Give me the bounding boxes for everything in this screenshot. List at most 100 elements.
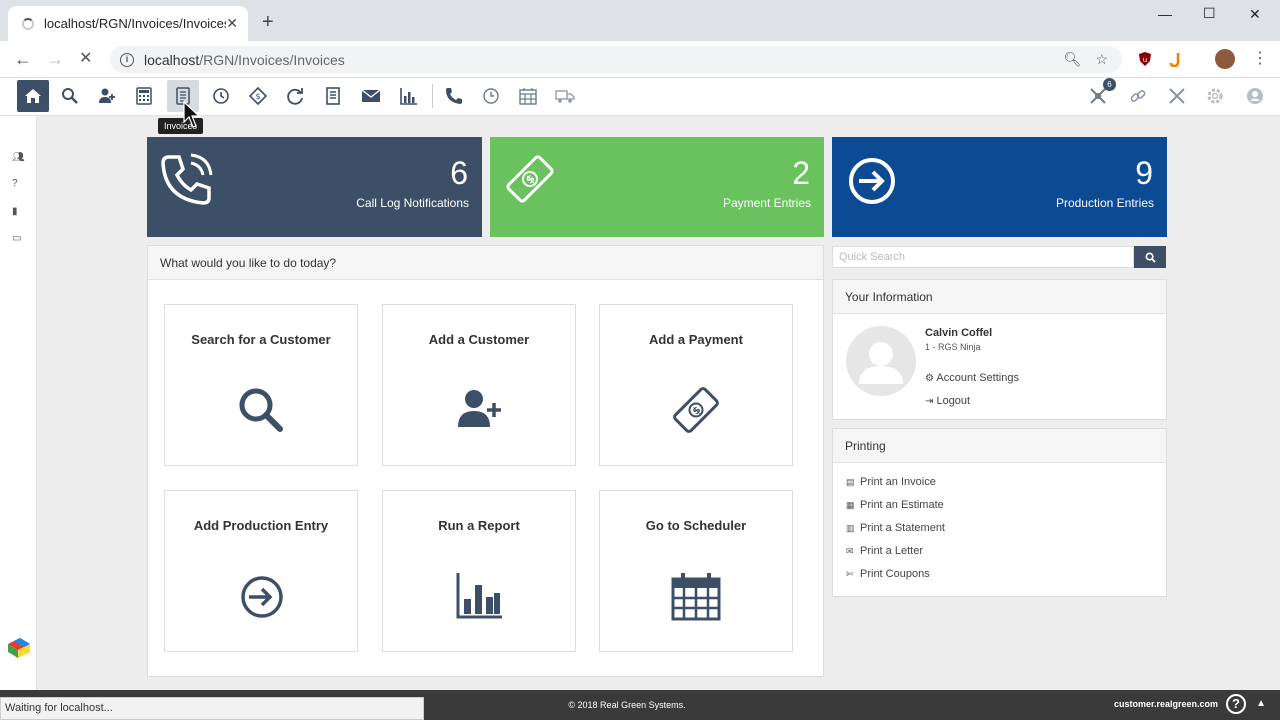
add-customer-icon[interactable] — [91, 80, 123, 112]
new-tab-icon[interactable]: + — [262, 12, 274, 32]
toolbar-divider — [432, 84, 433, 108]
call-log-label: Call Log Notifications — [356, 196, 469, 210]
site-info-icon[interactable]: i — [120, 52, 134, 67]
payment-entries-label: Payment Entries — [722, 196, 811, 210]
quick-search-button[interactable] — [1134, 246, 1166, 268]
clock-icon[interactable] — [475, 80, 507, 112]
truck-icon[interactable] — [549, 80, 581, 112]
card-title: Search for a Customer — [191, 332, 331, 347]
calendar-icon — [671, 573, 721, 621]
account-settings-link[interactable]: ⚙ Account Settings — [925, 372, 1019, 384]
search-icon[interactable] — [54, 80, 86, 112]
run-report-card[interactable]: Run a Report — [382, 490, 576, 652]
user-role: 1 - RGS Ninja — [925, 342, 981, 352]
print-letter-link[interactable]: ✉ Print a Letter — [846, 545, 923, 557]
sign-in-arrow-icon — [241, 576, 283, 618]
your-information-panel: Your Information Calvin Coffel 1 - RGS N… — [832, 279, 1167, 420]
payment-entries-tile[interactable]: $ 2 Payment Entries — [490, 137, 824, 237]
panel-heading: What would you like to do today? — [148, 246, 823, 280]
call-log-tile[interactable]: 6 Call Log Notifications — [147, 137, 482, 237]
go-to-scheduler-card[interactable]: Go to Scheduler — [599, 490, 793, 652]
home-icon[interactable] — [17, 80, 49, 112]
back-icon[interactable]: ← — [14, 50, 32, 68]
production-entries-count: 9 — [1135, 155, 1153, 191]
card-title: Add a Payment — [649, 332, 743, 347]
link-icon[interactable] — [1122, 80, 1154, 112]
sign-out-icon: ⇥ — [925, 396, 934, 407]
envelope-icon: ✉ — [846, 545, 854, 556]
history-icon[interactable] — [205, 80, 237, 112]
sidebar-keyboard-icon[interactable]: ▭ — [12, 233, 21, 244]
call-log-icon[interactable] — [438, 80, 470, 112]
call-log-count: 6 — [450, 155, 468, 191]
production-entries-tile[interactable]: 9 Production Entries — [832, 137, 1167, 237]
printing-panel: Printing ▤ Print an Invoice ▦ Print an Est… — [832, 428, 1167, 597]
add-customer-card[interactable]: Add a Customer — [382, 304, 576, 466]
add-production-entry-card[interactable]: Add Production Entry — [164, 490, 358, 652]
url-omnibox[interactable]: i localhost/RGN/Invoices/Invoices 🔍︎ ☆ — [110, 46, 1122, 73]
svg-text:$: $ — [255, 92, 260, 101]
zoom-icon[interactable]: 🔍︎ — [1064, 51, 1082, 68]
mail-icon[interactable] — [355, 80, 387, 112]
window-close-icon[interactable]: ✕ — [1249, 6, 1261, 23]
logout-link[interactable]: ⇥ Logout — [925, 395, 970, 407]
browser-tab-strip: localhost/RGN/Invoices/Invoices ✕ + — ☐ … — [0, 0, 1280, 41]
sign-in-arrow-icon — [849, 158, 895, 204]
refresh-icon[interactable] — [279, 80, 311, 112]
maximize-icon[interactable]: ☐ — [1203, 5, 1216, 22]
loading-spinner-icon — [22, 17, 34, 30]
calculator-icon[interactable] — [128, 80, 160, 112]
payment-icon[interactable]: $ — [242, 80, 274, 112]
ublock-extension-icon[interactable]: u — [1137, 51, 1153, 67]
sidebar-help-icon[interactable]: ? — [12, 178, 18, 189]
reports-icon[interactable] — [393, 80, 425, 112]
sidebar-trash-icon[interactable]: ▮ — [12, 206, 18, 217]
calculator-icon: ▦ — [846, 499, 855, 510]
mouse-cursor-icon — [183, 100, 201, 128]
address-bar-row: ← → ✕ i localhost/RGN/Invoices/Invoices … — [0, 41, 1280, 78]
print-estimate-link[interactable]: ▦ Print an Estimate — [846, 499, 944, 511]
scissors-icon: ✄ — [846, 568, 854, 579]
browser-status-bar: Waiting for localhost... — [0, 697, 424, 720]
browser-tab[interactable]: localhost/RGN/Invoices/Invoices ✕ — [8, 6, 248, 41]
quick-search-input[interactable]: Quick Search — [832, 246, 1134, 268]
money-icon: $ — [506, 155, 554, 203]
payment-entries-count: 2 — [792, 155, 810, 191]
notifications-icon[interactable]: 6 — [1082, 78, 1116, 112]
extension-j-icon[interactable] — [1168, 51, 1184, 67]
card-title: Go to Scheduler — [645, 518, 747, 533]
tab-close-icon[interactable]: ✕ — [226, 15, 238, 32]
search-icon — [239, 388, 283, 432]
stop-loading-icon[interactable]: ✕ — [79, 50, 92, 68]
bookmark-star-icon[interactable]: ☆ — [1095, 51, 1108, 68]
gear-icon[interactable] — [1199, 80, 1231, 112]
add-payment-card[interactable]: Add a Payment $ — [599, 304, 793, 466]
profile-avatar[interactable] — [1215, 49, 1235, 69]
file-icon: ▥ — [846, 522, 855, 533]
search-customer-card[interactable]: Search for a Customer — [164, 304, 358, 466]
forward-icon[interactable]: → — [46, 50, 64, 68]
help-icon[interactable]: ? — [1226, 694, 1246, 714]
card-title: Add a Customer — [428, 332, 530, 347]
print-coupons-link[interactable]: ✄ Print Coupons — [846, 568, 930, 580]
svg-text:u: u — [1143, 56, 1147, 64]
calendar-icon[interactable] — [512, 80, 544, 112]
customer-site-link[interactable]: customer.realgreen.com — [1114, 699, 1218, 709]
card-title: Add Production Entry — [193, 518, 329, 533]
chevron-up-icon[interactable]: ▲ — [1256, 698, 1266, 709]
user-profile-icon[interactable] — [1239, 80, 1271, 112]
add-user-icon — [458, 390, 501, 427]
document-icon[interactable] — [317, 80, 349, 112]
minimize-icon[interactable]: — — [1158, 6, 1172, 22]
avatar — [846, 326, 916, 396]
print-invoice-link[interactable]: ▤ Print an Invoice — [846, 476, 936, 488]
notification-badge: 6 — [1103, 78, 1116, 91]
tools-icon[interactable] — [1161, 80, 1193, 112]
print-statement-link[interactable]: ▥ Print a Statement — [846, 522, 945, 534]
document-icon: ▤ — [846, 476, 855, 487]
sidebar-users-icon[interactable]: 👥︎ — [12, 152, 25, 163]
production-entries-label: Production Entries — [1055, 196, 1154, 210]
search-icon — [1145, 252, 1156, 263]
money-icon: $ — [673, 387, 719, 433]
browser-menu-icon[interactable]: ⋮ — [1252, 50, 1268, 68]
